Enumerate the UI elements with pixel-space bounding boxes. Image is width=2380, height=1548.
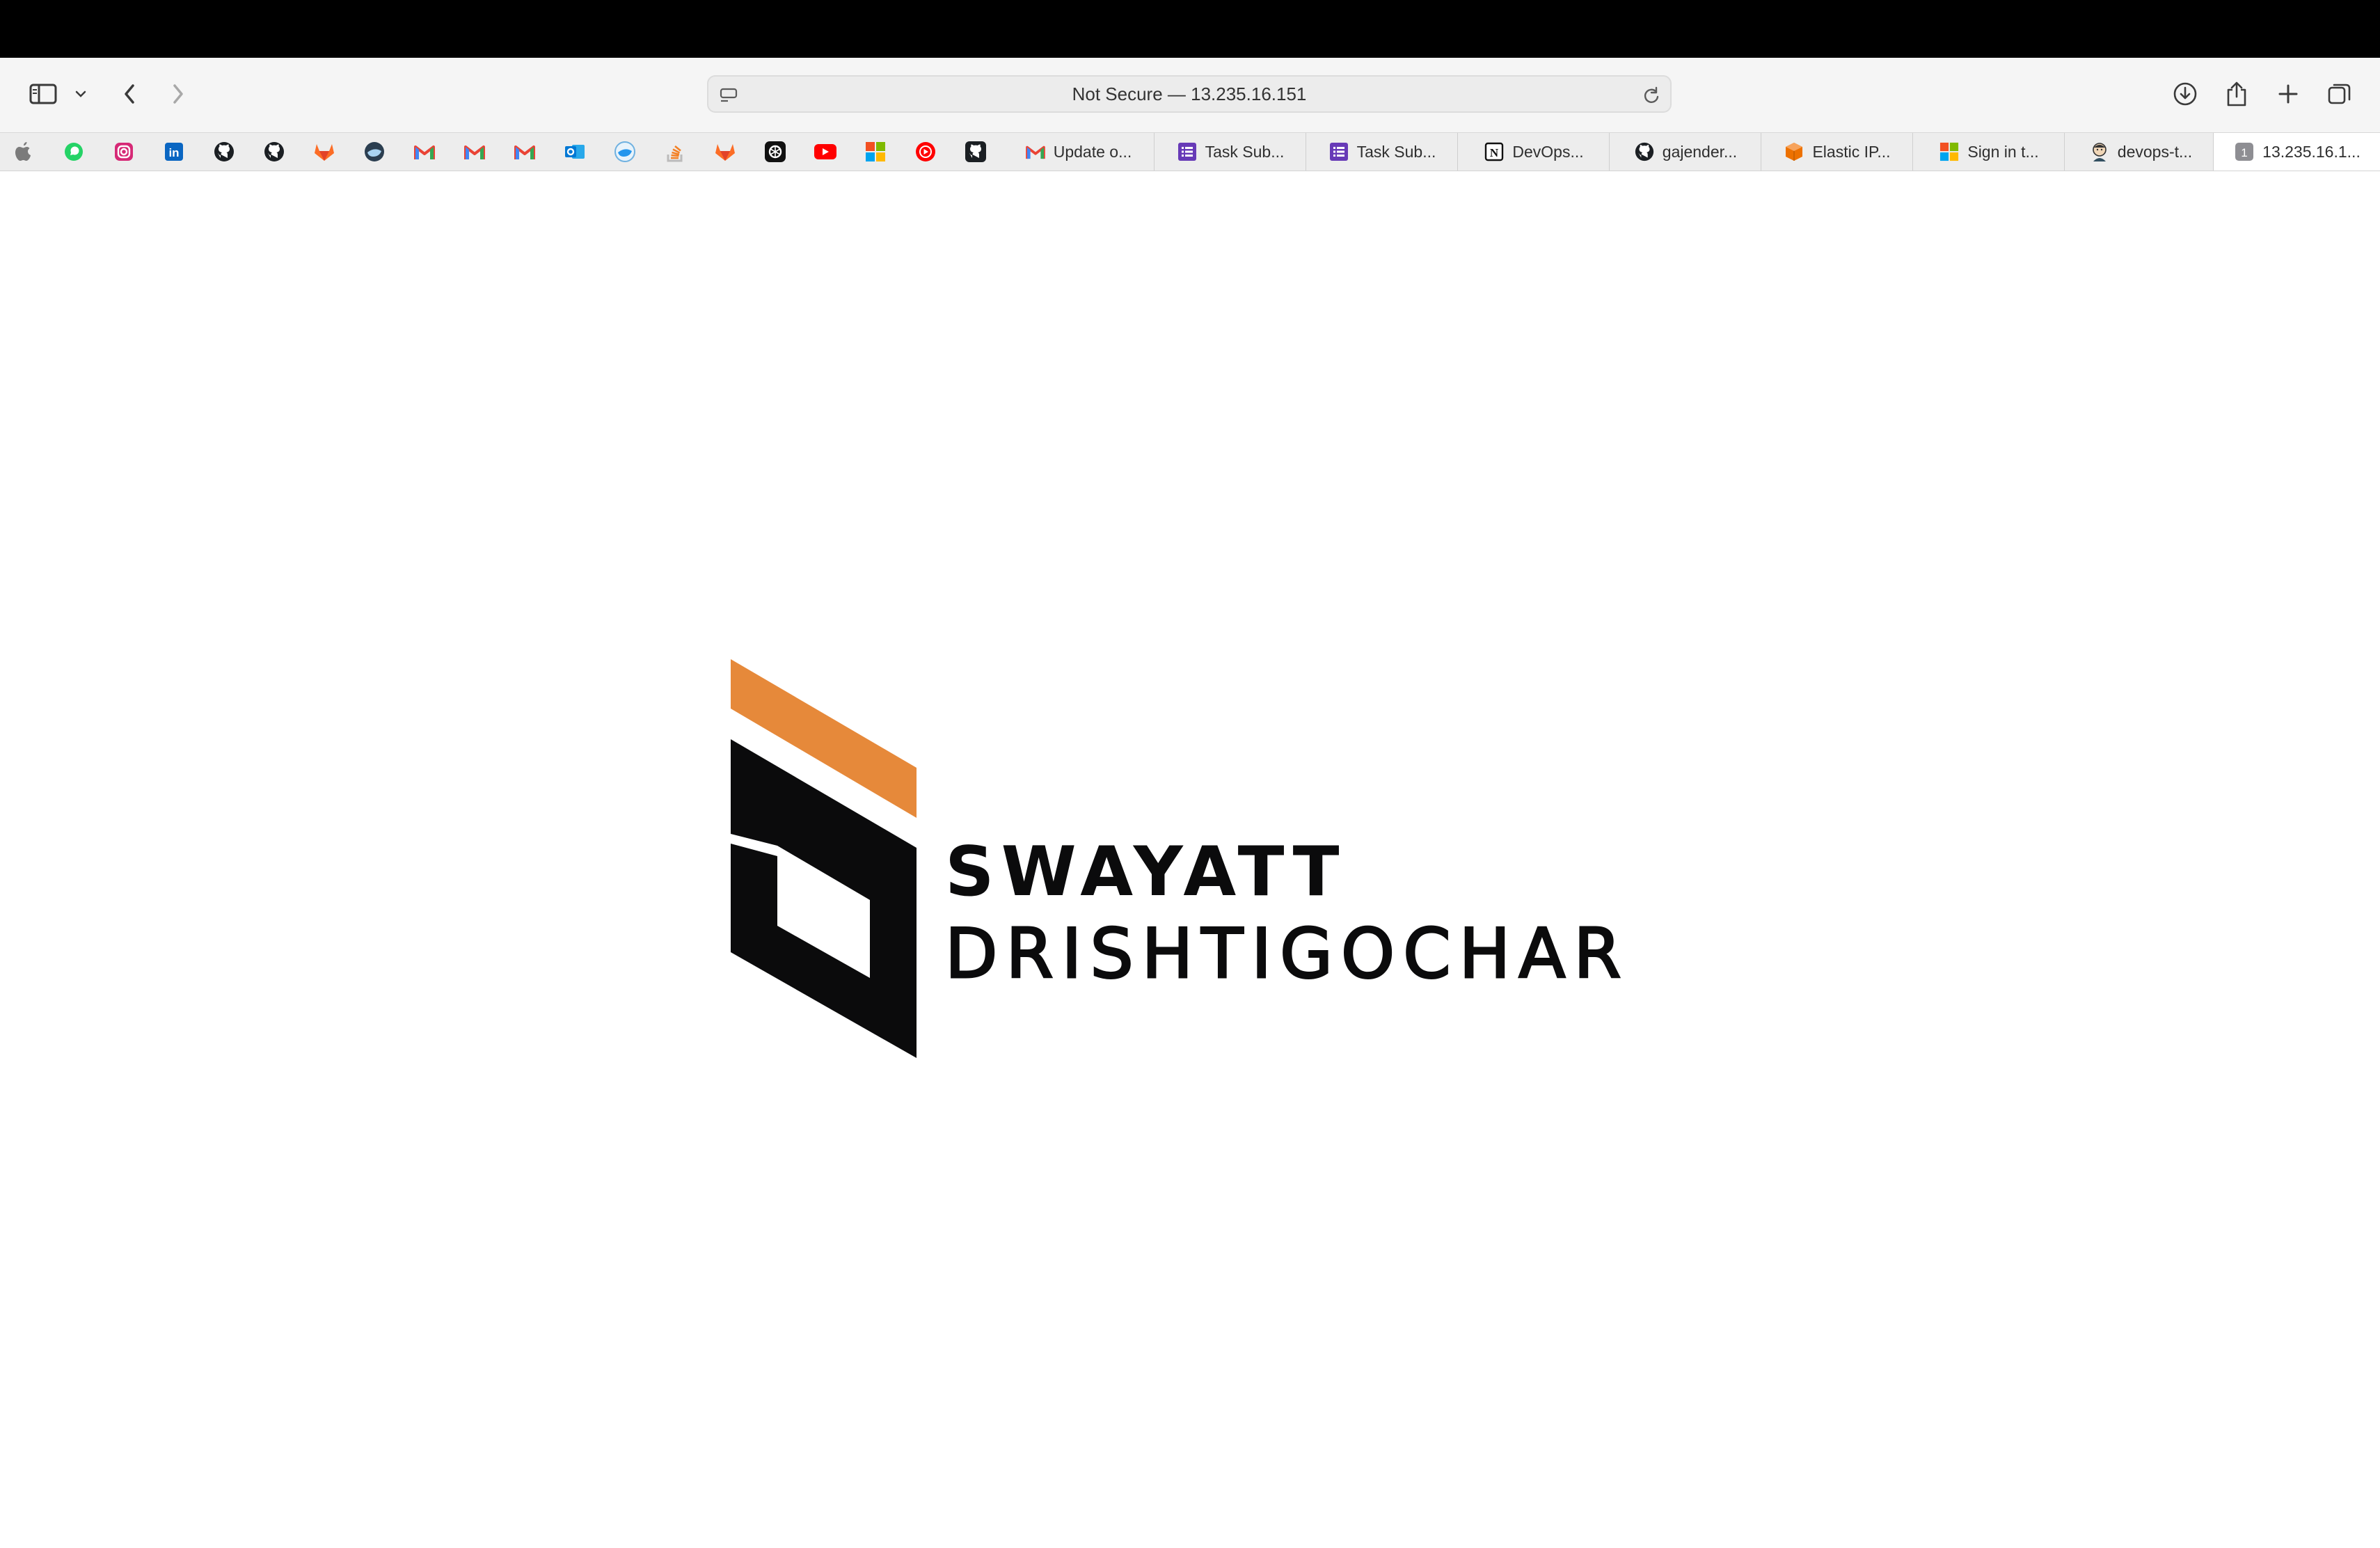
svg-text:N: N: [1490, 146, 1499, 159]
brand-logo-mark: [731, 659, 917, 1058]
gmail-icon[interactable]: [462, 139, 487, 164]
microsoft-icon: [1938, 141, 1960, 163]
downloads-icon[interactable]: [2170, 74, 2200, 113]
back-icon[interactable]: [116, 74, 143, 113]
bookmark-label: DevOps...: [1512, 142, 1584, 161]
whatsapp-icon[interactable]: [61, 139, 86, 164]
bookmark-label: Elastic IP...: [1812, 142, 1891, 161]
bookmark-task-sub-2[interactable]: Task Sub...: [1306, 133, 1457, 171]
gitlab-icon[interactable]: [312, 139, 337, 164]
github-icon[interactable]: [963, 139, 988, 164]
jenkins-icon: [2088, 141, 2111, 163]
bookmark-gajender[interactable]: gajender...: [1609, 133, 1761, 171]
github-icon: [1633, 141, 1656, 163]
forms-icon: [1176, 141, 1198, 163]
openai-icon[interactable]: [763, 139, 788, 164]
bookmark-label: gajender...: [1662, 142, 1738, 161]
menu-bar: [0, 0, 2380, 58]
bookmark-label: devops-t...: [2117, 142, 2193, 161]
youtube-icon[interactable]: [813, 139, 838, 164]
gmail-icon: [1024, 141, 1047, 163]
linkedin-icon[interactable]: in: [161, 139, 187, 164]
bookmark-update[interactable]: Update o...: [1002, 133, 1154, 171]
new-tab-icon[interactable]: [2273, 74, 2303, 113]
instagram-icon[interactable]: [111, 139, 136, 164]
forms-icon: [1328, 141, 1350, 163]
bookmark-task-sub-1[interactable]: Task Sub...: [1154, 133, 1306, 171]
bookmark-sign-in[interactable]: Sign in t...: [1912, 133, 2064, 171]
gitlab-icon[interactable]: [713, 139, 738, 164]
aws-icon: [1783, 141, 1805, 163]
microsoft-icon[interactable]: [863, 139, 888, 164]
github-icon[interactable]: [212, 139, 237, 164]
tab-overview-icon[interactable]: [2323, 74, 2356, 113]
gmail-icon[interactable]: [412, 139, 437, 164]
outlook-icon[interactable]: [562, 139, 587, 164]
forward-icon[interactable]: [164, 74, 192, 113]
bookmark-label: 13.235.16.1...: [2262, 142, 2361, 161]
address-bar[interactable]: Not Secure — 13.235.16.151: [707, 75, 1672, 113]
apple-icon[interactable]: [11, 139, 36, 164]
notion-icon: N: [1483, 141, 1505, 163]
bookmark-current-ip[interactable]: 1 13.235.16.1...: [2213, 133, 2380, 171]
brand-name-line-2: DRISHTIGOCHAR: [944, 915, 1630, 994]
reload-icon[interactable]: [1641, 85, 1662, 106]
chevron-down-icon[interactable]: [72, 74, 89, 113]
bookmark-label: Update o...: [1053, 142, 1132, 161]
address-text[interactable]: Not Secure — 13.235.16.151: [708, 77, 1670, 111]
stackoverflow-icon[interactable]: [663, 139, 688, 164]
bookmark-label: Task Sub...: [1356, 142, 1436, 161]
docker-icon[interactable]: [362, 139, 387, 164]
brand-name-line-1: SWAYATT: [945, 832, 1347, 912]
bookmark-label: Task Sub...: [1205, 142, 1285, 161]
github-icon[interactable]: [262, 139, 287, 164]
bookmark-devops[interactable]: N DevOps...: [1457, 133, 1609, 171]
youtube-music-icon[interactable]: [913, 139, 938, 164]
svg-text:1: 1: [2241, 146, 2247, 159]
share-icon[interactable]: [2221, 74, 2252, 113]
svg-text:in: in: [168, 146, 179, 159]
number-one-icon: 1: [2233, 141, 2255, 163]
bookmark-label: Sign in t...: [1967, 142, 2039, 161]
sidebar-toggle-icon[interactable]: [26, 74, 60, 113]
docker-icon[interactable]: [612, 139, 637, 164]
bookmark-devops-t[interactable]: devops-t...: [2064, 133, 2216, 171]
gmail-icon[interactable]: [512, 139, 537, 164]
bookmark-elastic-ip[interactable]: Elastic IP...: [1761, 133, 1912, 171]
